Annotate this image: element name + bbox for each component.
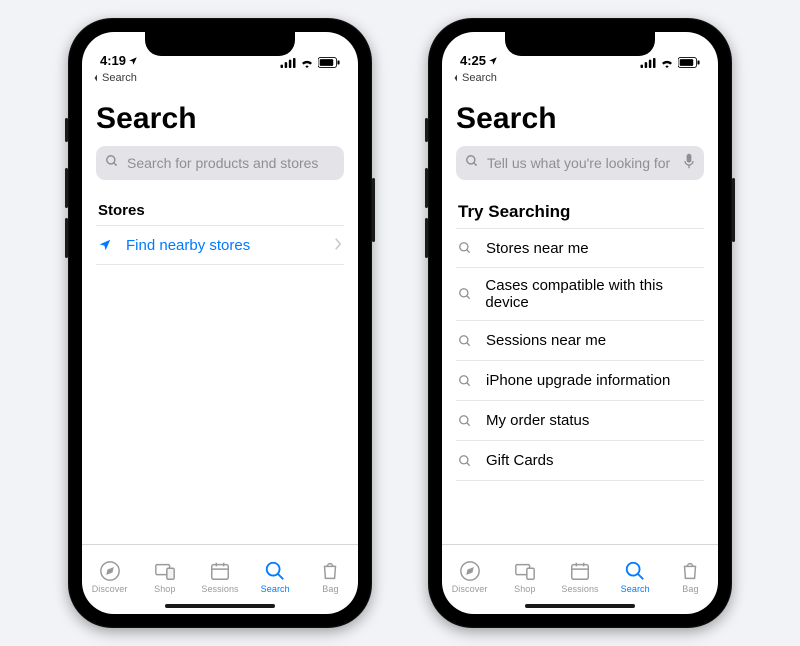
tab-label: Sessions [201,584,238,594]
suggestion-row[interactable]: My order status [456,401,704,441]
suggestion-row[interactable]: Stores near me [456,228,704,268]
devices-icon [154,560,176,582]
tab-sessions[interactable]: Sessions [192,545,247,602]
tab-search[interactable]: Search [248,545,303,602]
breadcrumb-label: Search [102,72,137,84]
tab-bag[interactable]: Bag [303,545,358,602]
search-icon [458,334,474,348]
devices-icon [514,560,536,582]
search-icon [458,454,474,468]
suggestion-label: Stores near me [486,240,589,257]
cell-signal-icon [280,58,296,68]
tab-label: Discover [92,584,128,594]
breadcrumb[interactable]: Search [82,70,358,84]
chevron-left-icon [452,74,460,82]
tab-label: Sessions [561,584,598,594]
section-heading-stores: Stores [98,202,344,219]
tab-shop[interactable]: Shop [137,545,192,602]
search-icon [624,560,646,582]
suggestion-label: iPhone upgrade information [486,372,670,389]
search-bar[interactable] [456,146,704,180]
suggestion-label: My order status [486,412,589,429]
location-arrow-icon [488,56,498,66]
calendar-icon [209,560,231,582]
tab-discover[interactable]: Discover [442,545,497,602]
section-heading-try-searching: Try Searching [458,202,704,222]
suggestion-label: Sessions near me [486,332,606,349]
cell-signal-icon [640,58,656,68]
tab-label: Search [621,584,650,594]
find-stores-row[interactable]: Find nearby stores [96,225,344,265]
suggestion-label: Gift Cards [486,452,554,469]
notch [145,32,295,56]
mic-icon[interactable] [683,153,695,174]
location-arrow-icon [98,238,114,252]
tab-label: Search [261,584,290,594]
tab-label: Bag [322,584,338,594]
compass-icon [99,560,121,582]
search-input[interactable] [125,154,335,172]
bag-icon [679,560,701,582]
status-time: 4:19 [100,53,126,68]
search-icon [264,560,286,582]
search-icon [458,374,474,388]
tab-label: Shop [154,584,175,594]
search-icon [105,154,119,173]
status-time: 4:25 [460,53,486,68]
bag-icon [319,560,341,582]
search-icon [458,287,473,301]
tab-label: Bag [682,584,698,594]
tab-label: Shop [514,584,535,594]
chevron-right-icon [334,237,342,254]
compass-icon [459,560,481,582]
wifi-icon [300,58,314,68]
notch [505,32,655,56]
suggestion-row[interactable]: Sessions near me [456,321,704,361]
find-stores-label: Find nearby stores [126,237,250,254]
suggestion-row[interactable]: Gift Cards [456,441,704,481]
tab-shop[interactable]: Shop [497,545,552,602]
search-icon [458,414,474,428]
tab-bag[interactable]: Bag [663,545,718,602]
home-indicator[interactable] [525,604,635,608]
iphone-frame-right: 4:25 Search Search [428,18,732,628]
page-title: Search [96,102,344,136]
search-bar[interactable] [96,146,344,180]
chevron-left-icon [92,74,100,82]
suggestion-row[interactable]: Cases compatible with this device [456,268,704,321]
tab-label: Discover [452,584,488,594]
location-arrow-icon [128,56,138,66]
battery-icon [318,57,340,68]
wifi-icon [660,58,674,68]
page-title: Search [456,102,704,136]
tab-sessions[interactable]: Sessions [552,545,607,602]
search-icon [465,154,479,173]
calendar-icon [569,560,591,582]
tab-search[interactable]: Search [608,545,663,602]
suggestion-row[interactable]: iPhone upgrade information [456,361,704,401]
battery-icon [678,57,700,68]
breadcrumb-label: Search [462,72,497,84]
search-input[interactable] [485,154,677,172]
suggestion-label: Cases compatible with this device [485,277,702,311]
breadcrumb[interactable]: Search [442,70,718,84]
search-icon [458,241,474,255]
home-indicator[interactable] [165,604,275,608]
iphone-frame-left: 4:19 Search Search [68,18,372,628]
tab-discover[interactable]: Discover [82,545,137,602]
